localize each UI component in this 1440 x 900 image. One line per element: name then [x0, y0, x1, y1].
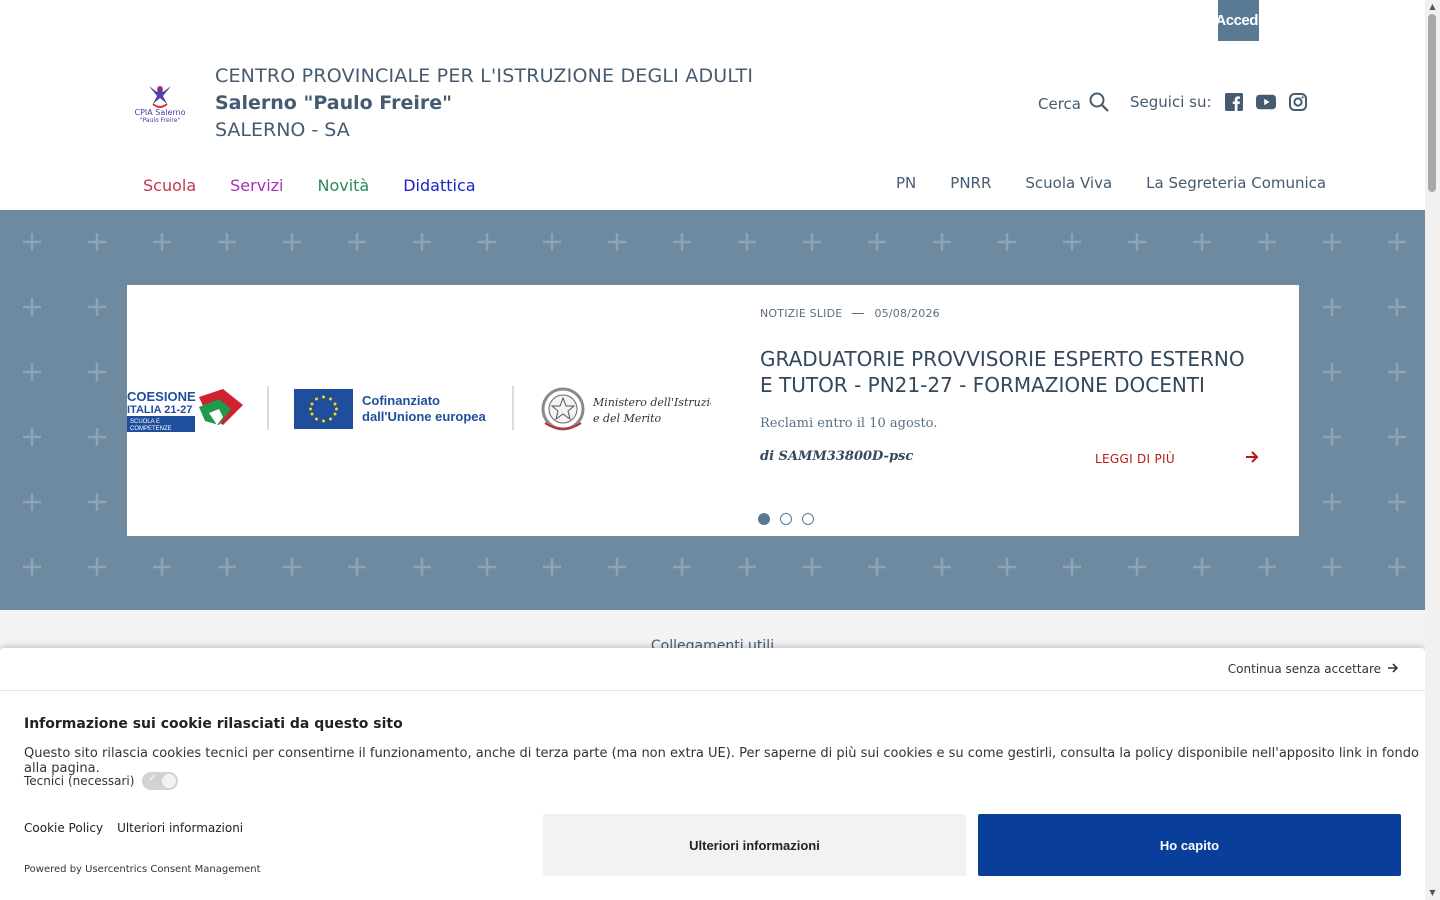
- toggle-knob: [162, 774, 177, 788]
- secnav-item-pnrr[interactable]: PNRR: [950, 174, 991, 192]
- read-more-label: LEGGI DI PIÙ: [1095, 451, 1175, 466]
- more-info-link[interactable]: Ulteriori informazioni: [117, 821, 243, 835]
- school-logo[interactable]: CPIA Salerno "Paulo Freire": [127, 80, 193, 124]
- slide-category[interactable]: NOTIZIE SLIDE: [760, 307, 842, 320]
- instagram-icon[interactable]: [1288, 92, 1308, 112]
- check-icon: ✓: [148, 773, 157, 784]
- site-header: CPIA Salerno "Paulo Freire" CENTRO PROVI…: [0, 44, 1425, 210]
- search-button[interactable]: Cerca: [1038, 92, 1109, 116]
- cookie-title: Informazione sui cookie rilasciati da qu…: [24, 716, 403, 732]
- cookie-links: Cookie Policy Ulteriori informazioni: [24, 821, 243, 835]
- nav-item-servizi[interactable]: Servizi: [230, 176, 283, 195]
- slide-meta: NOTIZIE SLIDE 05/08/2026: [760, 307, 1260, 320]
- brand-line-city: SALERNO - SA: [215, 119, 350, 141]
- login-button[interactable]: Accedi: [1215, 0, 1262, 41]
- page-scrollbar[interactable]: ▲ ▼: [1425, 0, 1440, 900]
- scroll-up-icon[interactable]: ▲: [1428, 3, 1437, 11]
- scroll-down-icon[interactable]: ▼: [1428, 889, 1437, 897]
- brand-line-name: Salerno "Paulo Freire": [215, 92, 452, 114]
- nav-item-scuola[interactable]: Scuola: [143, 176, 196, 195]
- accept-button[interactable]: Ho capito: [978, 814, 1401, 876]
- youtube-icon[interactable]: [1255, 92, 1276, 112]
- news-slide-card[interactable]: COESIONE ITALIA 21-27 SCUOLA E COMPETENZ…: [127, 285, 1299, 536]
- carousel-pagination: [758, 513, 814, 525]
- continue-label: Continua senza accettare: [1227, 662, 1381, 676]
- search-icon: [1089, 92, 1109, 116]
- logo-subtext: "Paulo Freire": [140, 117, 181, 124]
- secnav-item-segreteria[interactable]: La Segreteria Comunica: [1146, 174, 1326, 192]
- slide-date: 05/08/2026: [874, 307, 940, 320]
- carousel-dot-2[interactable]: [780, 513, 792, 525]
- search-label: Cerca: [1038, 95, 1081, 113]
- cookie-toggle-row: Tecnici (necessari) ✓: [24, 772, 179, 790]
- arrow-right-icon: [1245, 451, 1259, 466]
- slide-title[interactable]: GRADUATORIE PROVVISORIE ESPERTO ESTERNO …: [760, 346, 1260, 398]
- scrollbar-thumb[interactable]: [1428, 14, 1436, 192]
- top-bar: Accedi: [0, 0, 1425, 44]
- secondary-navigation: PN PNRR Scuola Viva La Segreteria Comuni…: [896, 174, 1326, 192]
- facebook-icon[interactable]: [1224, 92, 1244, 112]
- read-more-link[interactable]: LEGGI DI PIÙ: [1095, 451, 1259, 466]
- cookie-policy-link[interactable]: Cookie Policy: [24, 821, 103, 835]
- ministry-line2: e del Merito: [593, 412, 662, 425]
- slide-summary: Reclami entro il 10 agosto.: [760, 416, 938, 431]
- main-navigation: Scuola Servizi Novità Didattica: [143, 176, 476, 195]
- coesione-tag1: SCUOLA E: [130, 419, 160, 425]
- carousel-dot-1[interactable]: [758, 513, 770, 525]
- social-links: Seguici su:: [1130, 92, 1308, 112]
- brand-title[interactable]: CENTRO PROVINCIALE PER L'ISTRUZIONE DEGL…: [215, 63, 753, 144]
- powered-by-text: Powered by Usercentrics Consent Manageme…: [24, 864, 261, 875]
- eu-line1: Cofinanziato: [362, 393, 440, 408]
- slide-content: NOTIZIE SLIDE 05/08/2026 GRADUATORIE PRO…: [760, 307, 1260, 464]
- nav-item-novita[interactable]: Novità: [317, 176, 369, 195]
- carousel-dot-3[interactable]: [802, 513, 814, 525]
- arrow-right-icon: [1387, 662, 1399, 676]
- coesione-title: COESIONE: [127, 389, 196, 404]
- necessary-cookies-toggle[interactable]: ✓: [142, 772, 179, 790]
- slide-image-funding-logos: COESIONE ITALIA 21-27 SCUOLA E COMPETENZ…: [127, 285, 731, 536]
- logo-text: CPIA Salerno: [134, 108, 185, 117]
- meta-divider: [852, 313, 865, 314]
- more-info-button[interactable]: Ulteriori informazioni: [543, 814, 966, 876]
- hero-carousel: COESIONE ITALIA 21-27 SCUOLA E COMPETENZ…: [0, 210, 1425, 610]
- cookie-banner-header: Continua senza accettare: [0, 648, 1425, 691]
- cookie-description: Questo sito rilascia cookies tecnici per…: [24, 746, 1419, 776]
- coesione-tag2: COMPETENZE: [130, 426, 172, 432]
- brand-line-institution: CENTRO PROVINCIALE PER L'ISTRUZIONE DEGL…: [215, 65, 754, 87]
- secnav-item-pn[interactable]: PN: [896, 174, 916, 192]
- coesione-sub: ITALIA 21-27: [127, 404, 192, 416]
- secnav-item-scuola-viva[interactable]: Scuola Viva: [1025, 174, 1112, 192]
- continue-without-accepting-link[interactable]: Continua senza accettare: [1228, 662, 1399, 676]
- cookie-banner: Continua senza accettare Informazione su…: [0, 648, 1425, 900]
- social-label: Seguici su:: [1130, 93, 1212, 111]
- nav-item-didattica[interactable]: Didattica: [403, 176, 475, 195]
- eu-line2: dall'Unione europea: [362, 409, 486, 424]
- toggle-label: Tecnici (necessari): [24, 774, 135, 788]
- ministry-line1: Ministero dell'Istruzione: [592, 396, 711, 409]
